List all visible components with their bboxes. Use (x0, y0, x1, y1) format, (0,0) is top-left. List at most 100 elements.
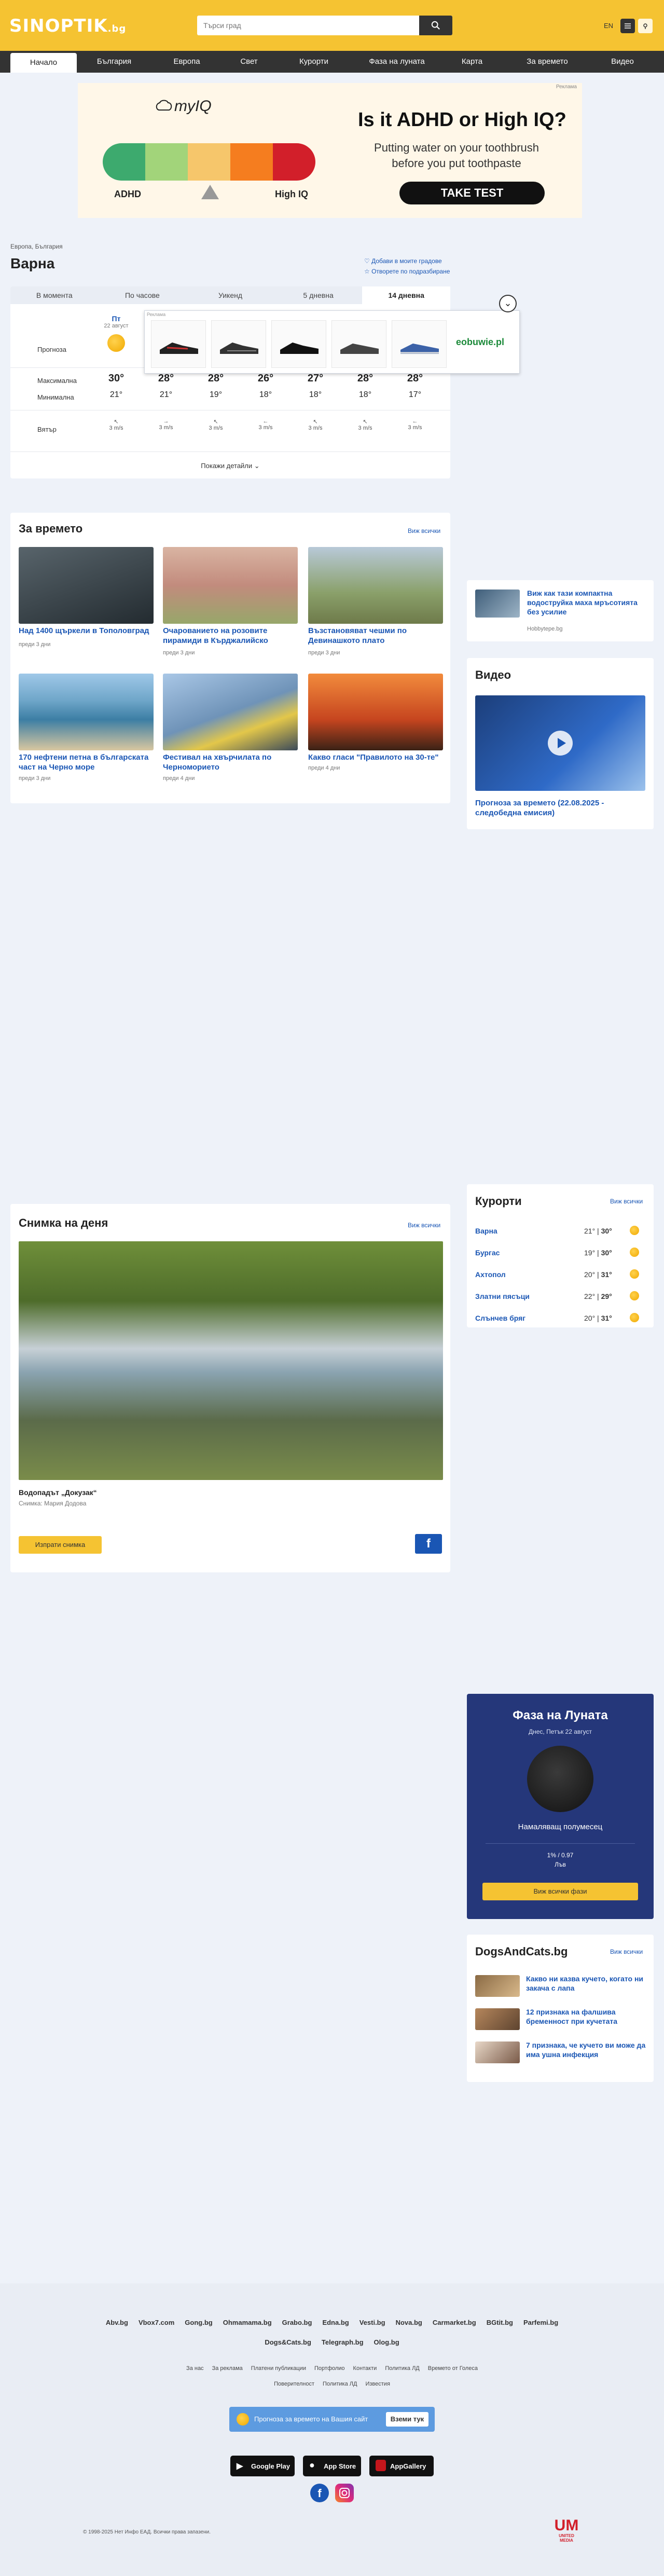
footer-link[interactable]: Портфолио (314, 2365, 345, 2372)
promo-title[interactable]: Виж как тази компактна водоструйка маха … (527, 588, 645, 616)
article-link[interactable]: 7 признака, че кучето ви може да има ушн… (526, 2040, 646, 2059)
article-link[interactable]: 12 признака на фалшива бременност при ку… (526, 2007, 646, 2026)
shoe-product[interactable] (392, 320, 447, 368)
nav-about-weather[interactable]: За времето (514, 51, 581, 73)
shoe-product[interactable] (271, 320, 326, 368)
partner-link[interactable]: Ohmamama.bg (223, 2319, 272, 2326)
article-thumbnail[interactable] (475, 2041, 520, 2063)
partner-link[interactable]: Nova.bg (396, 2319, 422, 2326)
united-media-logo[interactable]: UM UNITED MEDIA (553, 2518, 580, 2543)
footer-link[interactable]: Известия (365, 2381, 390, 2387)
settings-button[interactable] (620, 19, 635, 33)
news-see-all-link[interactable]: Виж всички (408, 527, 440, 535)
facebook-share-icon[interactable]: f (415, 1534, 442, 1554)
news-link[interactable]: Очарованието на розовите пирамиди в Кърд… (163, 626, 298, 646)
location-button[interactable] (638, 19, 653, 33)
tab-hourly[interactable]: По часове (99, 286, 187, 304)
footer-link[interactable]: Политика ЛД (385, 2365, 419, 2372)
partner-link[interactable]: BGtit.bg (487, 2319, 513, 2326)
instagram-icon[interactable] (335, 2484, 354, 2502)
photo-see-all-link[interactable]: Виж всички (408, 1222, 440, 1229)
resort-link[interactable]: Бургас (475, 1249, 500, 1257)
shoe-product[interactable] (331, 320, 386, 368)
footer-link[interactable]: За реклама (212, 2365, 243, 2372)
footer-link[interactable]: За нас (186, 2365, 204, 2372)
resorts-see-all-link[interactable]: Виж всички (610, 1198, 643, 1205)
nav-map[interactable]: Карта (446, 51, 498, 73)
play-icon[interactable] (548, 731, 573, 756)
send-photo-button[interactable]: Изпрати снимка (19, 1536, 102, 1554)
nav-moon-phase[interactable]: Фаза на луната (358, 51, 436, 73)
article-thumbnail[interactable] (475, 2008, 520, 2030)
partner-link[interactable]: Vesti.bg (359, 2319, 385, 2326)
resort-link[interactable]: Слънчев бряг (475, 1314, 525, 1322)
tab-now[interactable]: В момента (10, 286, 99, 304)
news-image-oil[interactable] (19, 674, 154, 750)
footer-link[interactable]: Времето от Голеса (428, 2365, 478, 2372)
nav-resorts[interactable]: Курорти (283, 51, 345, 73)
search-input[interactable] (197, 16, 415, 35)
news-image-kites[interactable] (163, 674, 298, 750)
widget-get-button[interactable]: Вземи тук (386, 2412, 428, 2427)
partner-link[interactable]: Edna.bg (322, 2319, 349, 2326)
news-image-pyramids[interactable] (163, 547, 298, 624)
nav-world[interactable]: Свет (218, 51, 280, 73)
news-link[interactable]: Фестивал на хвърчилата по Черноморието (163, 752, 298, 772)
shoe-product[interactable] (211, 320, 266, 368)
partner-link[interactable]: Olog.bg (374, 2338, 399, 2346)
breadcrumb[interactable]: Европа, България (10, 243, 63, 250)
footer-link[interactable]: Поверителност (274, 2381, 314, 2387)
news-image-fountains[interactable] (308, 547, 443, 624)
partner-link[interactable]: Grabo.bg (282, 2319, 312, 2326)
news-image-storks[interactable] (19, 547, 154, 624)
google-play-button[interactable]: ▶ Google Play (230, 2456, 295, 2476)
dogs-see-all-link[interactable]: Виж всички (610, 1948, 643, 1955)
nav-bulgaria[interactable]: България (83, 51, 145, 73)
resort-link[interactable]: Ахтопол (475, 1270, 506, 1279)
article-link[interactable]: Какво ни казва кучето, когато ни закача … (526, 1974, 646, 1993)
promo-card[interactable]: Виж как тази компактна водоструйка маха … (467, 580, 654, 641)
video-thumbnail[interactable] (475, 695, 645, 791)
partner-link[interactable]: Abv.bg (106, 2319, 128, 2326)
nav-home[interactable]: Начало (10, 53, 77, 73)
news-link[interactable]: Над 1400 щъркели в Тополовград (19, 626, 154, 636)
footer-link[interactable]: Платени публикации (251, 2365, 306, 2372)
news-link[interactable]: Възстановяват чешми по Девинашкото плато (308, 626, 443, 646)
language-switch[interactable]: EN (604, 22, 613, 30)
shoe-ad-popup[interactable]: Реклама eobuwie.pl (144, 310, 520, 374)
shoe-product[interactable] (151, 320, 206, 368)
footer-link[interactable]: Политика ЛД (323, 2381, 357, 2387)
ad-banner[interactable]: Реклама myIQ ADHD High IQ Is it ADHD or … (78, 83, 582, 218)
news-link[interactable]: 170 нефтени петна в българската част на … (19, 752, 154, 772)
tab-5day[interactable]: 5 дневна (274, 286, 363, 304)
tab-weekend[interactable]: Уикенд (186, 286, 274, 304)
nav-video[interactable]: Видео (597, 51, 648, 73)
collapse-ad-button[interactable]: ⌄ (499, 295, 517, 312)
app-gallery-button[interactable]: AppGallery (369, 2456, 434, 2476)
article-thumbnail[interactable] (475, 1975, 520, 1997)
show-details-button[interactable]: Покажи детайли ⌄ (10, 462, 450, 470)
site-logo[interactable]: SINOPTIK.bg (9, 16, 126, 36)
news-link[interactable]: Какво гласи "Правилото на 30-те" (308, 752, 443, 762)
news-image-rule30[interactable] (308, 674, 443, 750)
widget-banner[interactable]: Прогноза за времето на Вашия сайт Вземи … (229, 2407, 435, 2432)
resort-link[interactable]: Златни пясъци (475, 1292, 530, 1300)
photo-of-day-image[interactable] (19, 1241, 443, 1480)
footer-link[interactable]: Контакти (353, 2365, 377, 2372)
partner-link[interactable]: Parfemi.bg (523, 2319, 558, 2326)
nav-europe[interactable]: Европа (156, 51, 218, 73)
day-column[interactable]: Пт 22 август (91, 314, 141, 352)
partner-link[interactable]: Vbox7.com (139, 2319, 174, 2326)
facebook-icon[interactable]: f (310, 2484, 329, 2502)
video-caption-link[interactable]: Прогноза за времето (22.08.2025 - следоб… (475, 798, 641, 818)
partner-link[interactable]: Carmarket.bg (433, 2319, 476, 2326)
ad-cta-button[interactable]: TAKE TEST (399, 182, 545, 204)
tab-14day[interactable]: 14 дневна (362, 286, 450, 304)
partner-link[interactable]: Gong.bg (185, 2319, 212, 2326)
app-store-button[interactable]: ● App Store (303, 2456, 361, 2476)
resort-link[interactable]: Варна (475, 1227, 497, 1235)
partner-link[interactable]: Telegraph.bg (322, 2338, 364, 2346)
set-default-link[interactable]: ☆ Отворете по подразбиране (364, 268, 450, 275)
all-moon-phases-button[interactable]: Виж всички фази (482, 1883, 638, 1900)
search-button[interactable] (419, 16, 452, 35)
